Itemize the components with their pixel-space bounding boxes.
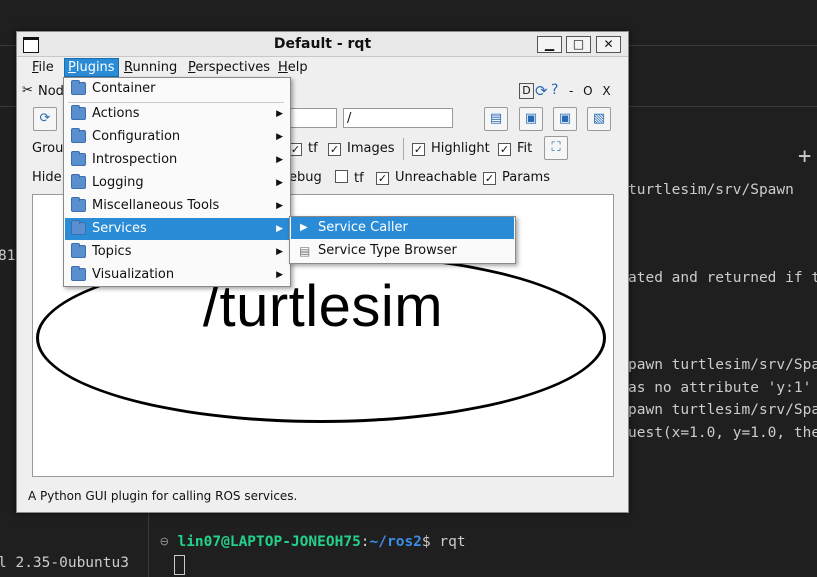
terminal-prompt: ⊖ lin07@LAPTOP-JONEOH75:~/ros2$ rqt: [160, 534, 466, 550]
folder-icon: [71, 128, 86, 143]
menu-bar: File Plugins Running Perspectives Help: [17, 57, 628, 78]
params-checkbox[interactable]: ✓ Params: [483, 170, 550, 185]
highlight-checkbox[interactable]: ✓ Highlight: [412, 141, 490, 156]
reload-icon[interactable]: ⟳: [535, 82, 548, 100]
document-icon: ▤: [299, 244, 311, 258]
menu-item-visualization[interactable]: Visualization ▶: [65, 264, 289, 286]
play-icon: ▶: [300, 222, 308, 233]
folder-icon: [71, 243, 86, 258]
folder-icon: [71, 80, 86, 95]
menu-item-services[interactable]: Services ▶: [65, 218, 289, 240]
fit-in-view-button[interactable]: ⛶: [544, 136, 568, 160]
terminal-line: as no attribute 'y:1': [628, 380, 812, 396]
plugin-title: Nod: [38, 84, 64, 99]
prompt-sep: :: [360, 534, 370, 550]
menu-item-logging[interactable]: Logging ▶: [65, 172, 289, 194]
terminal-line: pawn turtlesim/srv/Spa: [628, 357, 817, 373]
debug-checkbox-label: ebug: [289, 170, 322, 185]
maximize-button[interactable]: □: [566, 36, 591, 53]
save-dot-button[interactable]: ▣: [519, 107, 543, 131]
submenu-arrow-icon: ▶: [276, 132, 283, 142]
menu-file[interactable]: File: [32, 60, 54, 75]
menu-plugins[interactable]: Plugins: [64, 58, 119, 77]
new-terminal-plus-icon[interactable]: +: [798, 144, 811, 169]
submenu-arrow-icon: ▶: [276, 270, 283, 280]
services-submenu: ▶ Service Caller ▤ Service Type Browser: [289, 216, 516, 264]
menu-running[interactable]: Running: [124, 60, 177, 75]
submenu-arrow-icon: ▶: [276, 109, 283, 119]
terminal-line: turtlesim/srv/Spawn: [628, 182, 794, 198]
save-image-button[interactable]: ▧: [587, 107, 611, 131]
terminal-command: rqt: [439, 534, 466, 550]
folder-icon: [71, 105, 86, 120]
wrench-icon: ✂: [22, 83, 33, 98]
prompt-symbol: $: [421, 534, 431, 550]
terminal-line: uest(x=1.0, y=1.0, the: [628, 425, 817, 441]
unreachable-checkbox[interactable]: ✓ Unreachable: [376, 170, 477, 185]
submenu-arrow-icon: ▶: [276, 155, 283, 165]
hide-label: Hide:: [32, 170, 67, 185]
hide-tf-checkbox[interactable]: tf: [335, 170, 364, 186]
prompt-user: lin07@LAPTOP-JONEOH75: [177, 534, 361, 550]
prompt-path: ~/ros2: [369, 534, 422, 550]
menu-item-service-caller[interactable]: ▶ Service Caller: [291, 217, 514, 239]
menu-item-topics[interactable]: Topics ▶: [65, 241, 289, 263]
menu-item-actions[interactable]: Actions ▶: [65, 103, 289, 125]
title-bar[interactable]: Default - rqt ▁ □ ✕: [17, 32, 628, 57]
fit-checkbox[interactable]: ✓ Fit: [498, 141, 532, 156]
dock-button[interactable]: D: [519, 83, 534, 99]
terminal-bottom-left: l 2.35-0ubuntu3: [0, 555, 129, 571]
minimize-button[interactable]: ▁: [537, 36, 562, 53]
help-icon[interactable]: ?: [551, 82, 558, 98]
folder-icon: [71, 197, 86, 212]
terminal-divider: [148, 511, 149, 577]
terminal-left-fragment: 81: [0, 248, 16, 264]
load-dot-button[interactable]: ▤: [484, 107, 508, 131]
tf-checkbox[interactable]: ✓ tf: [289, 141, 318, 156]
close-button[interactable]: ✕: [596, 36, 621, 53]
menu-item-container[interactable]: Container: [65, 78, 289, 100]
topic-filter-input[interactable]: /: [343, 108, 453, 128]
menu-item-configuration[interactable]: Configuration ▶: [65, 126, 289, 148]
submenu-arrow-icon: ▶: [276, 224, 283, 234]
submenu-arrow-icon: ▶: [276, 178, 283, 188]
submenu-arrow-icon: ▶: [276, 247, 283, 257]
terminal-line: pawn turtlesim/srv/Spa: [628, 402, 817, 418]
folder-icon: [71, 266, 86, 281]
separator: [403, 138, 404, 160]
menu-perspectives[interactable]: Perspectives: [188, 60, 270, 75]
plugins-menu: Container Actions ▶ Configuration ▶ Intros…: [63, 77, 291, 287]
status-bar: A Python GUI plugin for calling ROS serv…: [28, 489, 298, 503]
plugin-window-controls[interactable]: - O X: [569, 84, 614, 98]
submenu-arrow-icon: ▶: [276, 201, 283, 211]
save-svg-button[interactable]: ▣: [553, 107, 577, 131]
folder-icon: [71, 174, 86, 189]
menu-item-miscellaneous-tools[interactable]: Miscellaneous Tools ▶: [65, 195, 289, 217]
terminal-cursor[interactable]: [174, 555, 185, 575]
refresh-graph-button[interactable]: ⟳: [33, 107, 57, 131]
menu-item-service-type-browser[interactable]: ▤ Service Type Browser: [291, 240, 514, 262]
menu-help[interactable]: Help: [278, 60, 308, 75]
images-checkbox[interactable]: ✓ Images: [328, 141, 395, 156]
folder-icon: [71, 220, 86, 235]
node-filter-input[interactable]: [289, 108, 337, 128]
menu-item-introspection[interactable]: Introspection ▶: [65, 149, 289, 171]
terminal-line: ated and returned if t: [628, 270, 817, 286]
folder-icon: [71, 151, 86, 166]
